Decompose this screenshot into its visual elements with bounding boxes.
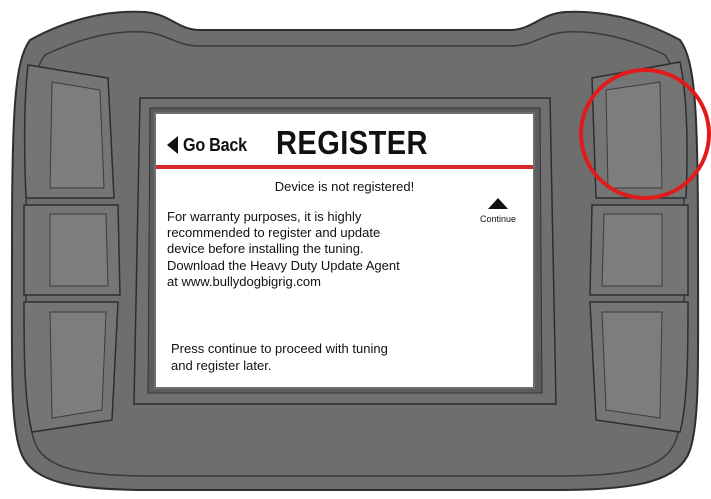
continue-button[interactable]: Continue <box>473 198 523 224</box>
warranty-line: For warranty purposes, it is highly <box>167 209 362 224</box>
title-divider <box>156 165 533 169</box>
device-stage: Go Back REGISTER Device is not registere… <box>0 0 711 499</box>
registration-status: Device is not registered! <box>274 179 415 194</box>
right-bottom-button[interactable] <box>589 301 689 433</box>
left-bottom-button[interactable] <box>23 301 119 433</box>
warranty-line: recommended to register and update <box>167 225 381 241</box>
left-top-button[interactable] <box>23 64 115 199</box>
warranty-line: at www.bullydogbigrig.com <box>167 273 321 289</box>
warranty-line: Download the Heavy Duty Update Agent <box>167 257 400 273</box>
lcd-screen: Go Back REGISTER Device is not registere… <box>154 112 535 389</box>
right-middle-button[interactable] <box>589 204 689 296</box>
continue-instructions: Press continue to proceed with tuning an… <box>171 340 471 374</box>
continue-label: Continue <box>479 214 517 224</box>
left-middle-button[interactable] <box>23 204 121 296</box>
screen-header: Go Back REGISTER <box>156 114 533 169</box>
left-triangle-icon <box>167 136 178 154</box>
go-back-button[interactable]: Go Back <box>167 130 254 160</box>
instruction-line: Press continue to proceed with tuning <box>171 341 388 356</box>
instruction-line: and register later. <box>171 358 272 373</box>
warranty-line: device before installing the tuning. <box>167 241 364 257</box>
page-title: REGISTER <box>276 124 428 161</box>
go-back-label: Go Back <box>183 134 247 155</box>
warranty-message: For warranty purposes, it is highly reco… <box>167 209 467 290</box>
up-triangle-icon <box>488 198 508 209</box>
